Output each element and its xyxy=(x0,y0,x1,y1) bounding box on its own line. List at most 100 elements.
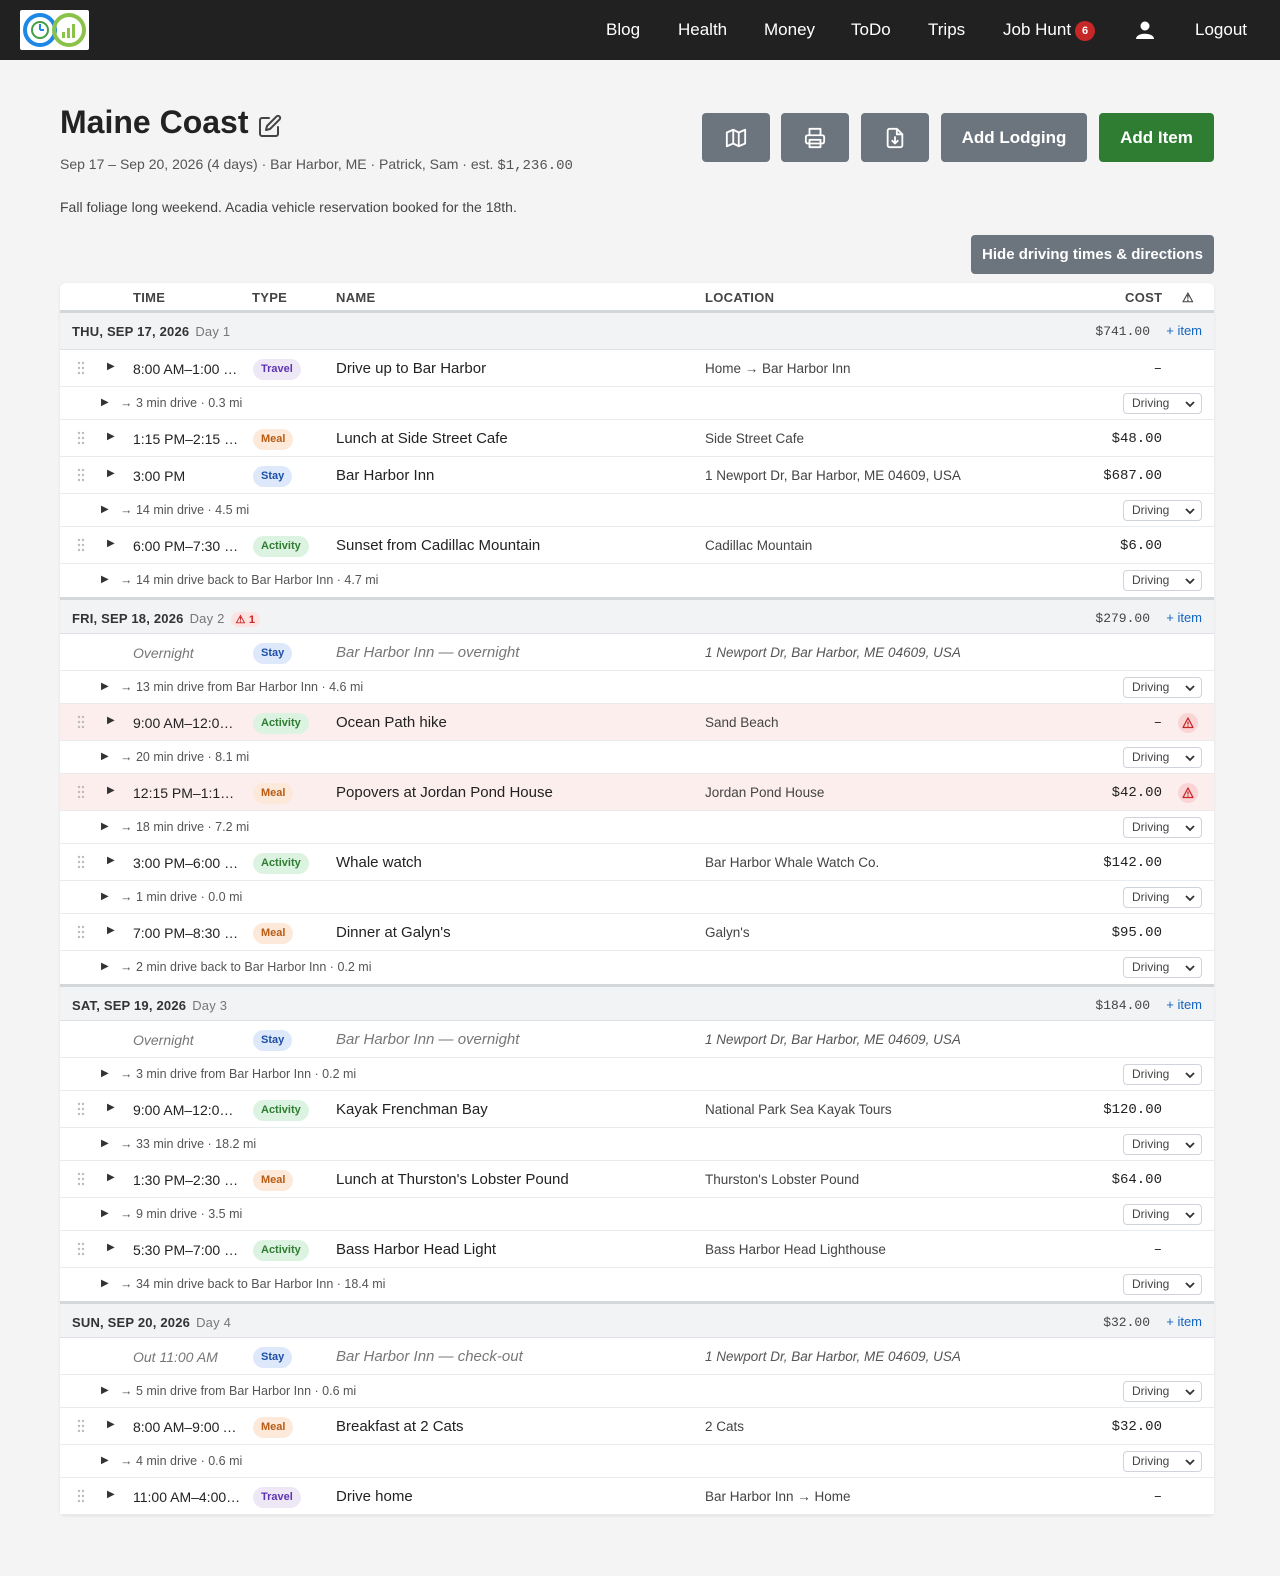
drag-handle-icon[interactable] xyxy=(77,785,85,799)
itinerary-item-row[interactable]: ▶ 11:00 AM–4:00 PM Travel Drive home Bar Har… xyxy=(60,1478,1214,1515)
expand-directions-icon[interactable]: ▶ xyxy=(101,681,109,692)
itinerary-item-row[interactable]: ▶ 8:00 AM–9:00 AM Meal Breakfast at 2 Cats 2… xyxy=(60,1408,1214,1445)
user-icon[interactable] xyxy=(1135,20,1155,40)
expand-directions-icon[interactable]: ▶ xyxy=(101,1455,109,1466)
table-body: THU, SEP 17, 2026 Day 1 $741.00 + item ▶ 8:00… xyxy=(60,313,1214,1515)
expand-row-icon[interactable]: ▶ xyxy=(107,715,115,726)
expand-row-icon[interactable]: ▶ xyxy=(107,1419,115,1430)
expand-directions-icon[interactable]: ▶ xyxy=(101,1068,109,1079)
expand-row-icon[interactable]: ▶ xyxy=(107,468,115,479)
expand-row-icon[interactable]: ▶ xyxy=(107,1489,115,1500)
nav-health[interactable]: Health xyxy=(678,0,727,60)
warning-icon[interactable] xyxy=(1178,783,1198,803)
add-lodging-button[interactable]: Add Lodging xyxy=(941,113,1087,162)
drag-handle-icon[interactable] xyxy=(77,1172,85,1186)
nav-todo[interactable]: ToDo xyxy=(851,0,891,60)
itinerary-item-row[interactable]: ▶ 8:00 AM–1:00 PM Travel Drive up to Bar Ha… xyxy=(60,350,1214,387)
add-day-item-link[interactable]: + item xyxy=(1166,1314,1202,1329)
travel-mode-select[interactable]: Driving xyxy=(1123,817,1202,838)
travel-mode-select[interactable]: Driving xyxy=(1123,1064,1202,1085)
itinerary-item-row[interactable]: Overnight Stay Bar Harbor Inn — overnight 1… xyxy=(60,1021,1214,1058)
itinerary-item-row[interactable]: Overnight Stay Bar Harbor Inn — overnight 1… xyxy=(60,634,1214,671)
travel-mode-select[interactable]: Driving xyxy=(1123,393,1202,414)
drag-handle-icon[interactable] xyxy=(77,468,85,482)
expand-directions-icon[interactable]: ▶ xyxy=(101,1278,109,1289)
drag-handle-icon[interactable] xyxy=(77,361,85,375)
toggle-driving-button[interactable]: Hide driving times & directions xyxy=(971,235,1214,274)
drag-handle-icon[interactable] xyxy=(77,925,85,939)
item-name: Kayak Frenchman Bay xyxy=(336,1101,488,1118)
drag-handle-icon[interactable] xyxy=(77,431,85,445)
travel-mode-select[interactable]: Driving xyxy=(1123,1381,1202,1402)
day-warning-badge: ⚠ 1 xyxy=(230,612,261,627)
drag-handle-icon[interactable] xyxy=(77,855,85,869)
itinerary-item-row[interactable]: ▶ 5:30 PM–7:00 PM Activity Bass Harbor Head… xyxy=(60,1231,1214,1268)
expand-directions-icon[interactable]: ▶ xyxy=(101,891,109,902)
expand-directions-icon[interactable]: ▶ xyxy=(101,397,109,408)
app-logo[interactable] xyxy=(20,10,89,50)
expand-directions-icon[interactable]: ▶ xyxy=(101,1208,109,1219)
itinerary-item-row[interactable]: Out 11:00 AM Stay Bar Harbor Inn — check-o… xyxy=(60,1338,1214,1375)
nav-blog[interactable]: Blog xyxy=(606,0,640,60)
nav-money[interactable]: Money xyxy=(764,0,815,60)
travel-mode-select[interactable]: Driving xyxy=(1123,747,1202,768)
item-type-badge: Stay xyxy=(253,643,293,664)
add-day-item-link[interactable]: + item xyxy=(1166,997,1202,1012)
expand-row-icon[interactable]: ▶ xyxy=(107,431,115,442)
nav-job-hunt[interactable]: Job Hunt 6 xyxy=(1003,0,1096,60)
itinerary-item-row[interactable]: ▶ 6:00 PM–7:30 PM Activity Sunset from Cadi… xyxy=(60,527,1214,564)
travel-mode-select[interactable]: Driving xyxy=(1123,887,1202,908)
edit-icon[interactable] xyxy=(258,114,282,138)
expand-directions-icon[interactable]: ▶ xyxy=(101,821,109,832)
expand-directions-icon[interactable]: ▶ xyxy=(101,751,109,762)
expand-directions-icon[interactable]: ▶ xyxy=(101,1385,109,1396)
expand-directions-icon[interactable]: ▶ xyxy=(101,1138,109,1149)
travel-mode-select[interactable]: Driving xyxy=(1123,677,1202,698)
drag-handle-icon[interactable] xyxy=(77,538,85,552)
drag-handle-icon[interactable] xyxy=(77,715,85,729)
warning-icon[interactable] xyxy=(1178,713,1198,733)
add-day-item-link[interactable]: + item xyxy=(1166,323,1202,338)
travel-mode-select[interactable]: Driving xyxy=(1123,500,1202,521)
drive-row: ▶ → 20 min drive · 8.1 mi Driving xyxy=(60,741,1214,774)
drag-handle-icon[interactable] xyxy=(77,1419,85,1433)
add-day-item-link[interactable]: + item xyxy=(1166,610,1202,625)
expand-row-icon[interactable]: ▶ xyxy=(107,855,115,866)
drag-handle-icon[interactable] xyxy=(77,1102,85,1116)
expand-row-icon[interactable]: ▶ xyxy=(107,538,115,549)
drag-handle-icon[interactable] xyxy=(77,1489,85,1503)
itinerary-item-row[interactable]: ▶ 9:00 AM–12:00 PM Activity Ocean Path hike… xyxy=(60,704,1214,741)
add-item-button[interactable]: Add Item xyxy=(1099,113,1214,162)
expand-row-icon[interactable]: ▶ xyxy=(107,1242,115,1253)
itinerary-item-row[interactable]: ▶ 7:00 PM–8:30 PM Meal Dinner at Galyn's Gal… xyxy=(60,914,1214,951)
expand-row-icon[interactable]: ▶ xyxy=(107,925,115,936)
travel-mode-select[interactable]: Driving xyxy=(1123,570,1202,591)
print-button[interactable] xyxy=(781,113,849,162)
travel-mode-select[interactable]: Driving xyxy=(1123,1274,1202,1295)
expand-directions-icon[interactable]: ▶ xyxy=(101,504,109,515)
expand-directions-icon[interactable]: ▶ xyxy=(101,961,109,972)
expand-row-icon[interactable]: ▶ xyxy=(107,1172,115,1183)
itinerary-item-row[interactable]: ▶ 3:00 PM Stay Bar Harbor Inn 1 Newport Dr, … xyxy=(60,457,1214,494)
itinerary-item-row[interactable]: ▶ 1:15 PM–2:15 PM Meal Lunch at Side Street… xyxy=(60,420,1214,457)
itinerary-item-row[interactable]: ▶ 1:30 PM–2:30 PM Meal Lunch at Thurston's … xyxy=(60,1161,1214,1198)
item-time: 1:15 PM–2:15 PM xyxy=(133,431,241,447)
travel-mode-select[interactable]: Driving xyxy=(1123,1134,1202,1155)
nav-logout[interactable]: Logout xyxy=(1195,0,1247,60)
expand-row-icon[interactable]: ▶ xyxy=(107,1102,115,1113)
expand-directions-icon[interactable]: ▶ xyxy=(101,574,109,585)
itinerary-item-row[interactable]: ▶ 3:00 PM–6:00 PM Activity Whale watch Bar H… xyxy=(60,844,1214,881)
nav-trips[interactable]: Trips xyxy=(928,0,965,60)
travel-mode-select[interactable]: Driving xyxy=(1123,1451,1202,1472)
item-cost: – xyxy=(1153,1489,1162,1505)
expand-row-icon[interactable]: ▶ xyxy=(107,361,115,372)
itinerary-item-row[interactable]: ▶ 9:00 AM–12:00 PM Activity Kayak Frenchman… xyxy=(60,1091,1214,1128)
travel-mode-select[interactable]: Driving xyxy=(1123,957,1202,978)
itinerary-item-row[interactable]: ▶ 12:15 PM–1:15 PM Meal Popovers at Jordan … xyxy=(60,774,1214,811)
drag-handle-icon[interactable] xyxy=(77,1242,85,1256)
expand-row-icon[interactable]: ▶ xyxy=(107,785,115,796)
export-button[interactable] xyxy=(861,113,929,162)
map-button[interactable] xyxy=(702,113,770,162)
travel-mode-select[interactable]: Driving xyxy=(1123,1204,1202,1225)
day-date: SUN, SEP 20, 2026 xyxy=(72,1315,191,1330)
